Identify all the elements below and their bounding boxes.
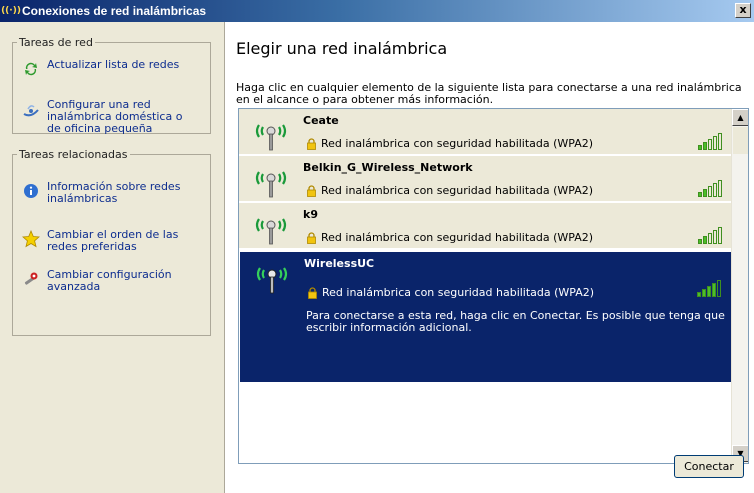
wireless-info-link[interactable]: Información sobre redes inalámbricas — [21, 181, 197, 205]
network-tasks-title: Tareas de red — [17, 36, 95, 49]
instructions-text: Haga clic en cualquier elemento de la si… — [236, 81, 742, 106]
advanced-settings-link[interactable]: Cambiar configuración avanzada — [21, 269, 197, 293]
star-icon — [21, 229, 41, 249]
wireless-antenna-icon — [255, 171, 287, 198]
connect-button[interactable]: Conectar — [674, 455, 744, 478]
change-order-label: Cambiar el orden de las redes preferidas — [47, 228, 179, 253]
network-security: Red inalámbrica con seguridad habilitada… — [305, 184, 593, 197]
close-button[interactable]: x — [735, 3, 751, 18]
refresh-icon — [21, 59, 41, 79]
network-security-label: Red inalámbrica con seguridad habilitada… — [321, 184, 594, 197]
network-security: Red inalámbrica con seguridad habilitada… — [306, 286, 594, 299]
network-item[interactable]: k9 Red inalámbrica con seguridad habilit… — [239, 203, 732, 249]
signal-strength-icon — [698, 133, 722, 150]
connect-button-label: Conectar — [684, 460, 734, 473]
sidebar: Tareas de red Actualizar lista de redes … — [0, 22, 225, 493]
lock-icon — [305, 184, 317, 197]
network-item[interactable]: Ceate Red inalámbrica con seguridad habi… — [239, 109, 732, 155]
setup-network-label: Configurar una red inalámbrica doméstica… — [47, 98, 183, 135]
wireless-antenna-icon — [255, 218, 287, 245]
network-name: WirelessUC — [304, 257, 375, 270]
related-tasks-title: Tareas relacionadas — [17, 148, 130, 161]
network-security-label: Red inalámbrica con seguridad habilitada… — [321, 137, 594, 150]
network-security-label: Red inalámbrica con seguridad habilitada… — [321, 231, 594, 244]
network-security-label: Red inalámbrica con seguridad habilitada… — [322, 286, 595, 299]
page-title: Elegir una red inalámbrica — [236, 39, 448, 58]
lock-icon — [306, 286, 318, 299]
network-list[interactable]: Ceate Red inalámbrica con seguridad habi… — [238, 108, 749, 464]
signal-strength-icon — [697, 280, 721, 297]
network-item[interactable]: Belkin_G_Wireless_Network Red inalámbric… — [239, 156, 732, 202]
network-tasks-group: Tareas de red Actualizar lista de redes … — [12, 36, 211, 135]
change-order-link[interactable]: Cambiar el orden de las redes preferidas — [21, 229, 197, 253]
wireless-antenna-icon — [256, 267, 288, 294]
related-tasks-group: Tareas relacionadas Información sobre re… — [12, 148, 211, 336]
main-panel: Elegir una red inalámbrica Haga clic en … — [226, 22, 754, 493]
network-name: Ceate — [303, 114, 339, 127]
refresh-network-list-link[interactable]: Actualizar lista de redes — [21, 59, 197, 79]
wireless-info-label: Información sobre redes inalámbricas — [47, 180, 181, 205]
network-item-selected[interactable]: WirelessUC Red inalámbrica con seguridad… — [239, 251, 732, 383]
network-security: Red inalámbrica con seguridad habilitada… — [305, 231, 593, 244]
lock-icon — [305, 231, 317, 244]
wizard-icon — [21, 99, 41, 119]
scroll-track[interactable] — [733, 154, 748, 444]
title-bar: ((·)) Conexiones de red inalámbricas x — [0, 0, 754, 22]
wireless-antenna-icon — [255, 124, 287, 151]
advanced-settings-label: Cambiar configuración avanzada — [47, 268, 172, 293]
network-name: Belkin_G_Wireless_Network — [303, 161, 473, 174]
scroll-thumb[interactable] — [733, 127, 748, 154]
network-name: k9 — [303, 208, 318, 221]
network-connect-info: Para conectarse a esta red, haga clic en… — [306, 309, 725, 334]
signal-strength-icon — [698, 180, 722, 197]
window-title: Conexiones de red inalámbricas — [22, 4, 207, 18]
network-security: Red inalámbrica con seguridad habilitada… — [305, 137, 593, 150]
scroll-up-arrow-icon[interactable]: ▲ — [732, 109, 748, 126]
list-scrollbar[interactable]: ▲ ▼ — [731, 109, 748, 463]
signal-strength-icon — [698, 227, 722, 244]
advanced-settings-icon — [21, 269, 41, 289]
refresh-network-list-label: Actualizar lista de redes — [47, 58, 180, 71]
wireless-icon: ((·)) — [1, 6, 21, 16]
lock-icon — [305, 137, 317, 150]
info-icon — [21, 181, 41, 201]
setup-network-link[interactable]: Configurar una red inalámbrica doméstica… — [21, 99, 197, 135]
